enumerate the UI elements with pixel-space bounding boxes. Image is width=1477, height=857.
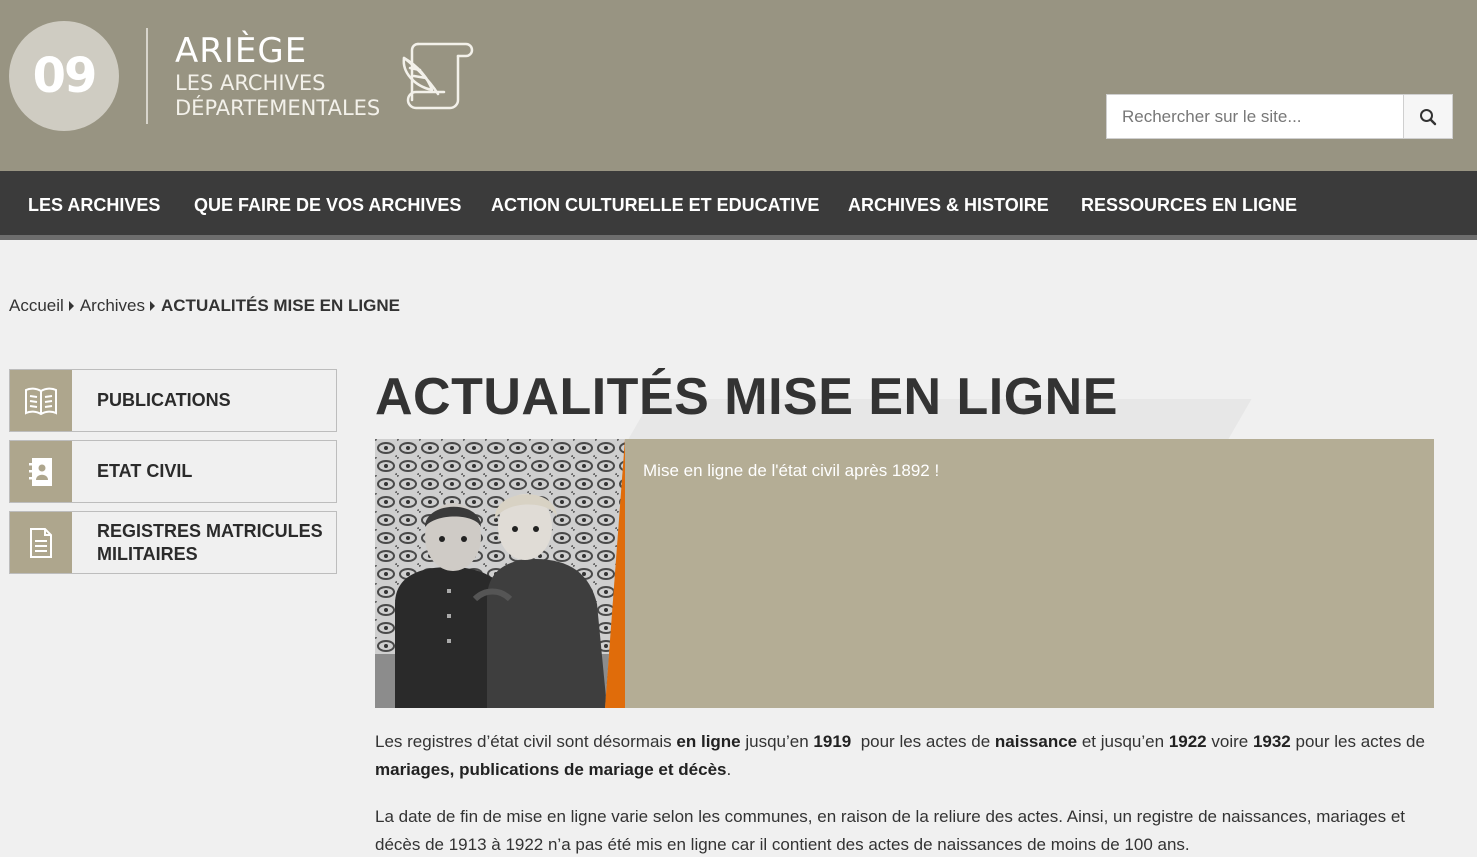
- nav-item-les-archives[interactable]: LES ARCHIVES: [28, 171, 160, 240]
- sidebar-item-label: PUBLICATIONS: [97, 390, 231, 410]
- search-button[interactable]: [1403, 94, 1453, 139]
- children-photo-image: [375, 439, 625, 708]
- site-header: 09 ARIÈGE LES ARCHIVES DÉPARTEMENTALES: [0, 0, 1477, 171]
- side-icon-box: [10, 441, 72, 502]
- detail-paragraph: La date de fin de mise en ligne varie se…: [375, 807, 1406, 854]
- bold-run: 1919: [813, 732, 852, 751]
- sidebar-item-label: REGISTRES MATRICULES MILITAIRES: [97, 512, 323, 573]
- search-icon: [1420, 108, 1437, 125]
- text-run: pour les actes de: [851, 732, 995, 751]
- text-run: voire: [1206, 732, 1253, 751]
- breadcrumb-separator-icon: [150, 301, 155, 311]
- sidebar-item-label-line-2: MILITAIRES: [97, 543, 198, 564]
- nav-item-ressources[interactable]: RESSOURCES EN LIGNE: [1081, 171, 1297, 240]
- breadcrumb: Accueil Archives ACTUALITÉS MISE EN LIGN…: [9, 296, 400, 316]
- bold-run: naissance: [994, 732, 1078, 751]
- nav-item-que-faire[interactable]: QUE FAIRE DE VOS ARCHIVES: [194, 171, 461, 240]
- side-icon-box: [10, 512, 72, 573]
- logo-title[interactable]: ARIÈGE: [175, 32, 307, 70]
- bold-run: en ligne: [676, 732, 741, 751]
- logo-badge[interactable]: 09: [9, 21, 119, 131]
- main-nav: LES ARCHIVES QUE FAIRE DE VOS ARCHIVES A…: [0, 171, 1477, 240]
- sidebar-item-publications[interactable]: PUBLICATIONS: [9, 369, 337, 432]
- logo-subtitle-line-2: DÉPARTEMENTALES: [175, 96, 381, 120]
- book-icon: [25, 387, 57, 415]
- breadcrumb-current: ACTUALITÉS MISE EN LIGNE: [161, 296, 400, 315]
- sidebar-item-label: ETAT CIVIL: [97, 461, 193, 481]
- bold-run: mariages, publications de mariage et déc…: [375, 760, 727, 779]
- sidebar-item-registres-matricules[interactable]: REGISTRES MATRICULES MILITAIRES: [9, 511, 337, 574]
- quill-scroll-icon: [402, 42, 474, 110]
- breadcrumb-parent[interactable]: Archives: [80, 296, 145, 316]
- search-input[interactable]: [1106, 94, 1404, 139]
- contact-book-icon: [29, 457, 52, 486]
- bold-run: 1932: [1252, 732, 1291, 751]
- logo-subtitle-line-1: LES ARCHIVES: [175, 71, 326, 95]
- banner-caption[interactable]: Mise en ligne de l'état civil après 1892…: [643, 461, 939, 481]
- logo-number: 09: [32, 48, 98, 104]
- breadcrumb-separator-icon: [68, 301, 74, 311]
- page-title: ACTUALITÉS MISE EN LIGNE: [375, 368, 1118, 426]
- sidebar-item-label-line-1: REGISTRES MATRICULES: [97, 520, 323, 541]
- side-icon-box: [10, 370, 72, 431]
- document-icon: [30, 527, 52, 558]
- text-run: jusqu’en: [740, 732, 814, 751]
- text-run: .: [726, 760, 732, 779]
- nav-item-action-culturelle[interactable]: ACTION CULTURELLE ET EDUCATIVE: [491, 171, 819, 240]
- text-run: pour les actes de: [1290, 732, 1425, 751]
- text-run: et jusqu’en: [1077, 732, 1169, 751]
- news-banner[interactable]: Mise en ligne de l'état civil après 1892…: [375, 439, 1434, 708]
- logo-divider: [146, 28, 148, 124]
- text-run: Les registres d’état civil sont désormai…: [375, 732, 677, 751]
- sidebar-item-etat-civil[interactable]: ETAT CIVIL: [9, 440, 337, 503]
- logo-subtitle: LES ARCHIVES DÉPARTEMENTALES: [175, 71, 380, 121]
- nav-item-archives-histoire[interactable]: ARCHIVES & HISTOIRE: [848, 171, 1049, 240]
- breadcrumb-home[interactable]: Accueil: [9, 296, 64, 316]
- bold-run: 1922: [1168, 732, 1207, 751]
- intro-paragraph: Les registres d’état civil sont désormai…: [375, 728, 1440, 784]
